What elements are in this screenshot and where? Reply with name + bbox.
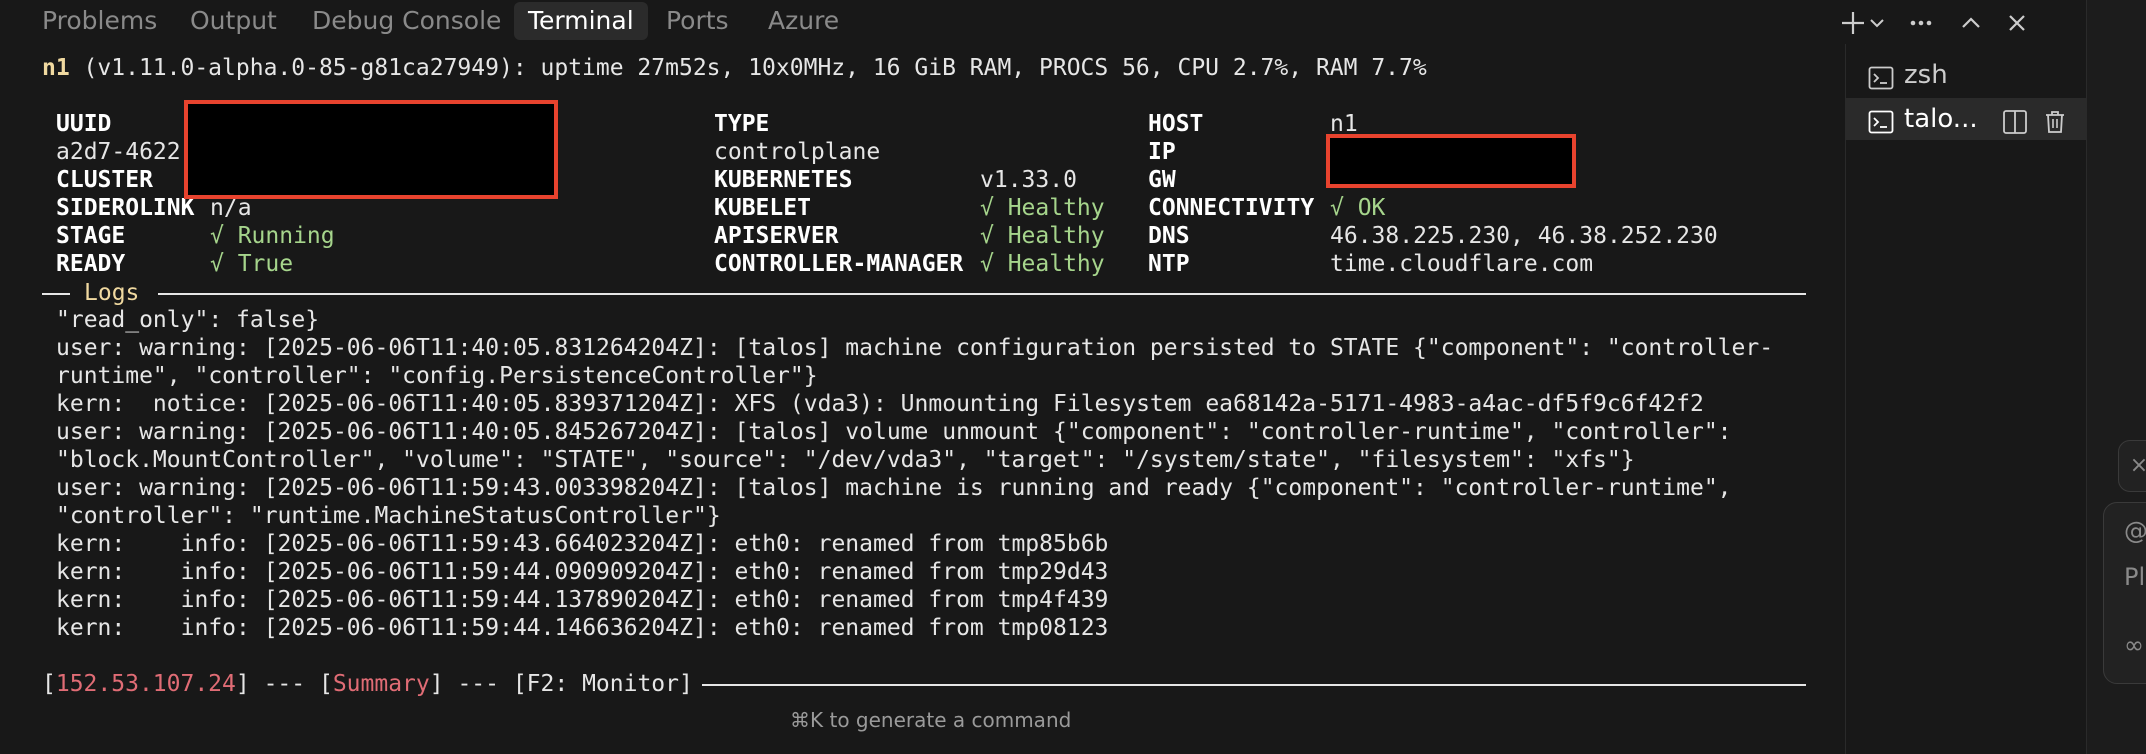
ready-label: READY	[56, 251, 126, 277]
log-line: "read_only": false}	[56, 307, 320, 333]
footer-summary-tab[interactable]: Summary	[333, 671, 430, 697]
controller-manager-value: √ Healthy	[980, 251, 1105, 277]
trash-icon[interactable]	[2042, 106, 2068, 133]
panel-actions	[1830, 0, 2060, 44]
siderolink-label: SIDEROLINK	[56, 195, 195, 221]
log-line: kern: notice: [2025-06-06T11:40:05.83937…	[56, 391, 1704, 417]
host-label: HOST	[1148, 111, 1204, 137]
connectivity-label: CONNECTIVITY	[1148, 195, 1315, 221]
kubernetes-value: v1.33.0	[980, 167, 1077, 193]
uuid-label: UUID	[56, 111, 112, 137]
logs-divider-right	[158, 293, 1806, 295]
mention-icon[interactable]: @	[2124, 517, 2146, 545]
new-terminal-icon[interactable]	[1836, 6, 1870, 40]
dns-label: DNS	[1148, 223, 1190, 249]
log-line: kern: info: [2025-06-06T11:59:44.0909092…	[56, 559, 1109, 585]
session-label: talo...	[1904, 104, 1978, 134]
session-talos[interactable]: talo...	[1846, 98, 2086, 140]
ip-label: IP	[1148, 139, 1176, 165]
controller-manager-label: CONTROLLER-MANAGER	[714, 251, 964, 277]
more-actions-icon[interactable]	[1904, 6, 1938, 40]
uuid-value: a2d7-4622	[56, 139, 181, 165]
cluster-label: CLUSTER	[56, 167, 153, 193]
footer-ip: 152.53.107.24	[55, 671, 236, 697]
footer-status: [152.53.107.24] --- [Summary] --- [F2: M…	[42, 670, 693, 698]
close-icon[interactable]	[2000, 6, 2034, 40]
redacted-uuid-cluster	[184, 100, 558, 199]
log-line: "controller": "runtime.MachineStatusCont…	[56, 503, 721, 529]
apiserver-label: APISERVER	[714, 223, 839, 249]
tab-output[interactable]: Output	[190, 2, 277, 40]
stage-value: √ Running	[210, 223, 335, 249]
log-line: runtime", "controller": "config.Persiste…	[56, 363, 818, 389]
footer-bracket-open: [	[42, 671, 56, 697]
tab-terminal[interactable]: Terminal	[514, 2, 648, 40]
panel-tabbar: Problems Output Debug Console Terminal P…	[0, 0, 1840, 44]
footer-sep-1: ] --- [	[235, 671, 333, 697]
tab-azure[interactable]: Azure	[768, 2, 839, 40]
chat-input-card[interactable]: @ Pl ∞	[2103, 502, 2146, 684]
chevron-up-icon[interactable]	[1954, 6, 1988, 40]
session-label: zsh	[1904, 60, 1948, 90]
terminal-icon	[1868, 62, 1894, 90]
terminal-icon	[1868, 106, 1894, 134]
log-line: kern: info: [2025-06-06T11:59:43.6640232…	[56, 531, 1109, 557]
header-line: n1 (v1.11.0-alpha.0-85-g81ca27949): upti…	[42, 54, 1427, 82]
log-line: user: warning: [2025-06-06T11:40:05.8312…	[56, 335, 1774, 361]
redacted-ip-gw	[1326, 134, 1576, 188]
log-line: kern: info: [2025-06-06T11:59:44.1378902…	[56, 587, 1109, 613]
stage-label: STAGE	[56, 223, 126, 249]
dns-value: 46.38.225.230, 46.38.252.230	[1330, 223, 1718, 249]
apiserver-value: √ Healthy	[980, 223, 1105, 249]
gw-label: GW	[1148, 167, 1176, 193]
footer-monitor: ] --- [F2: Monitor]	[429, 671, 693, 697]
close-chip[interactable]: ×	[2118, 440, 2146, 492]
logs-divider-left	[42, 293, 70, 295]
footer-divider	[702, 684, 1806, 686]
chevron-down-icon[interactable]	[1866, 6, 1888, 40]
logs-title: Logs	[84, 280, 140, 306]
infinity-icon[interactable]: ∞	[2124, 631, 2144, 659]
log-line: kern: info: [2025-06-06T11:59:44.1466362…	[56, 615, 1109, 641]
log-line: "block.MountController", "volume": "STAT…	[56, 447, 1635, 473]
ntp-label: NTP	[1148, 251, 1190, 277]
generate-command-hint[interactable]: ⌘K to generate a command	[790, 708, 1071, 732]
ntp-value: time.cloudflare.com	[1330, 251, 1594, 277]
ready-value: √ True	[210, 251, 294, 277]
kubelet-value: √ Healthy	[980, 195, 1105, 221]
tab-ports[interactable]: Ports	[666, 2, 729, 40]
type-label: TYPE	[714, 111, 770, 137]
header-stats: (v1.11.0-alpha.0-85-g81ca27949): uptime …	[69, 55, 1427, 81]
chat-placeholder: Pl	[2124, 563, 2146, 591]
type-value: controlplane	[714, 139, 881, 165]
tab-debug-console[interactable]: Debug Console	[312, 2, 501, 40]
terminal-sessions-panel: zsh talo...	[1845, 44, 2086, 754]
log-line: user: warning: [2025-06-06T11:40:05.8452…	[56, 419, 1732, 445]
log-line: user: warning: [2025-06-06T11:59:43.0033…	[56, 475, 1732, 501]
kubernetes-label: KUBERNETES	[714, 167, 853, 193]
terminal-output[interactable]: n1 (v1.11.0-alpha.0-85-g81ca27949): upti…	[0, 44, 1835, 754]
split-terminal-icon[interactable]	[2002, 106, 2028, 134]
connectivity-value: √ OK	[1330, 195, 1386, 221]
tab-problems[interactable]: Problems	[42, 2, 157, 40]
node-name: n1	[42, 55, 70, 81]
session-zsh[interactable]: zsh	[1846, 54, 2086, 96]
kubelet-label: KUBELET	[714, 195, 811, 221]
